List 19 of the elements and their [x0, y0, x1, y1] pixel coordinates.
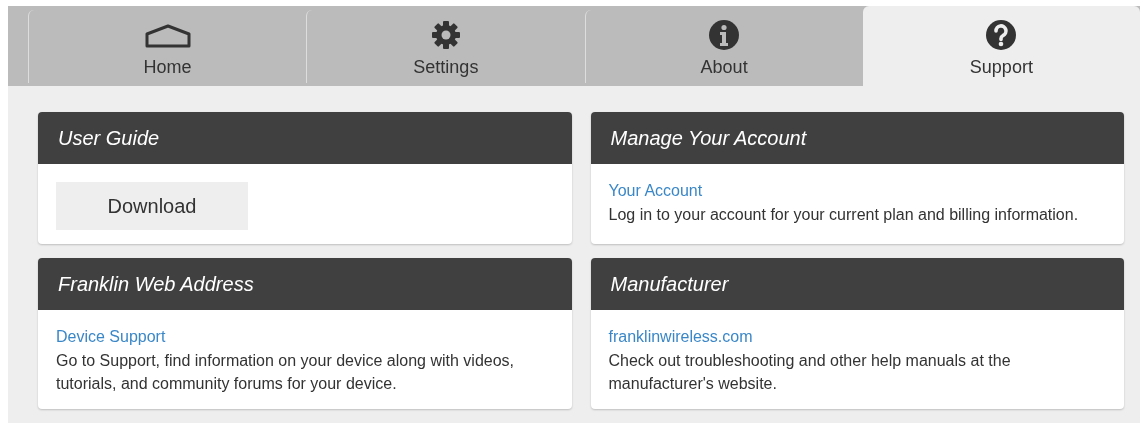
nav-tab[interactable]: Settings — [306, 10, 585, 83]
settings-icon — [429, 19, 462, 51]
download-button[interactable]: Download — [56, 182, 248, 230]
card-link[interactable]: franklinwireless.com — [608, 328, 753, 346]
card-title: Manage Your Account — [610, 126, 807, 150]
card-description: Check out troubleshooting and other help manuals at the manufacturer's website. — [608, 351, 1012, 394]
card-title: Manufacturer — [610, 272, 729, 296]
help-icon — [985, 19, 1018, 51]
card-description: Go to Support, find information on your device along with videos, tutorials, and community forums for your device. — [56, 351, 516, 394]
info-icon — [708, 19, 741, 51]
card-link[interactable]: Your Account — [608, 182, 703, 200]
nav-tab[interactable]: Home — [28, 10, 307, 83]
home-icon — [144, 24, 191, 48]
nav-tab[interactable]: Support — [862, 6, 1140, 86]
nav-tab[interactable]: About — [584, 10, 863, 83]
card-title: Franklin Web Address — [58, 272, 254, 296]
card-description: Log in to your account for your current plan and billing information. — [608, 205, 1080, 225]
card-title: User Guide — [58, 126, 160, 150]
card-link[interactable]: Device Support — [56, 328, 166, 346]
